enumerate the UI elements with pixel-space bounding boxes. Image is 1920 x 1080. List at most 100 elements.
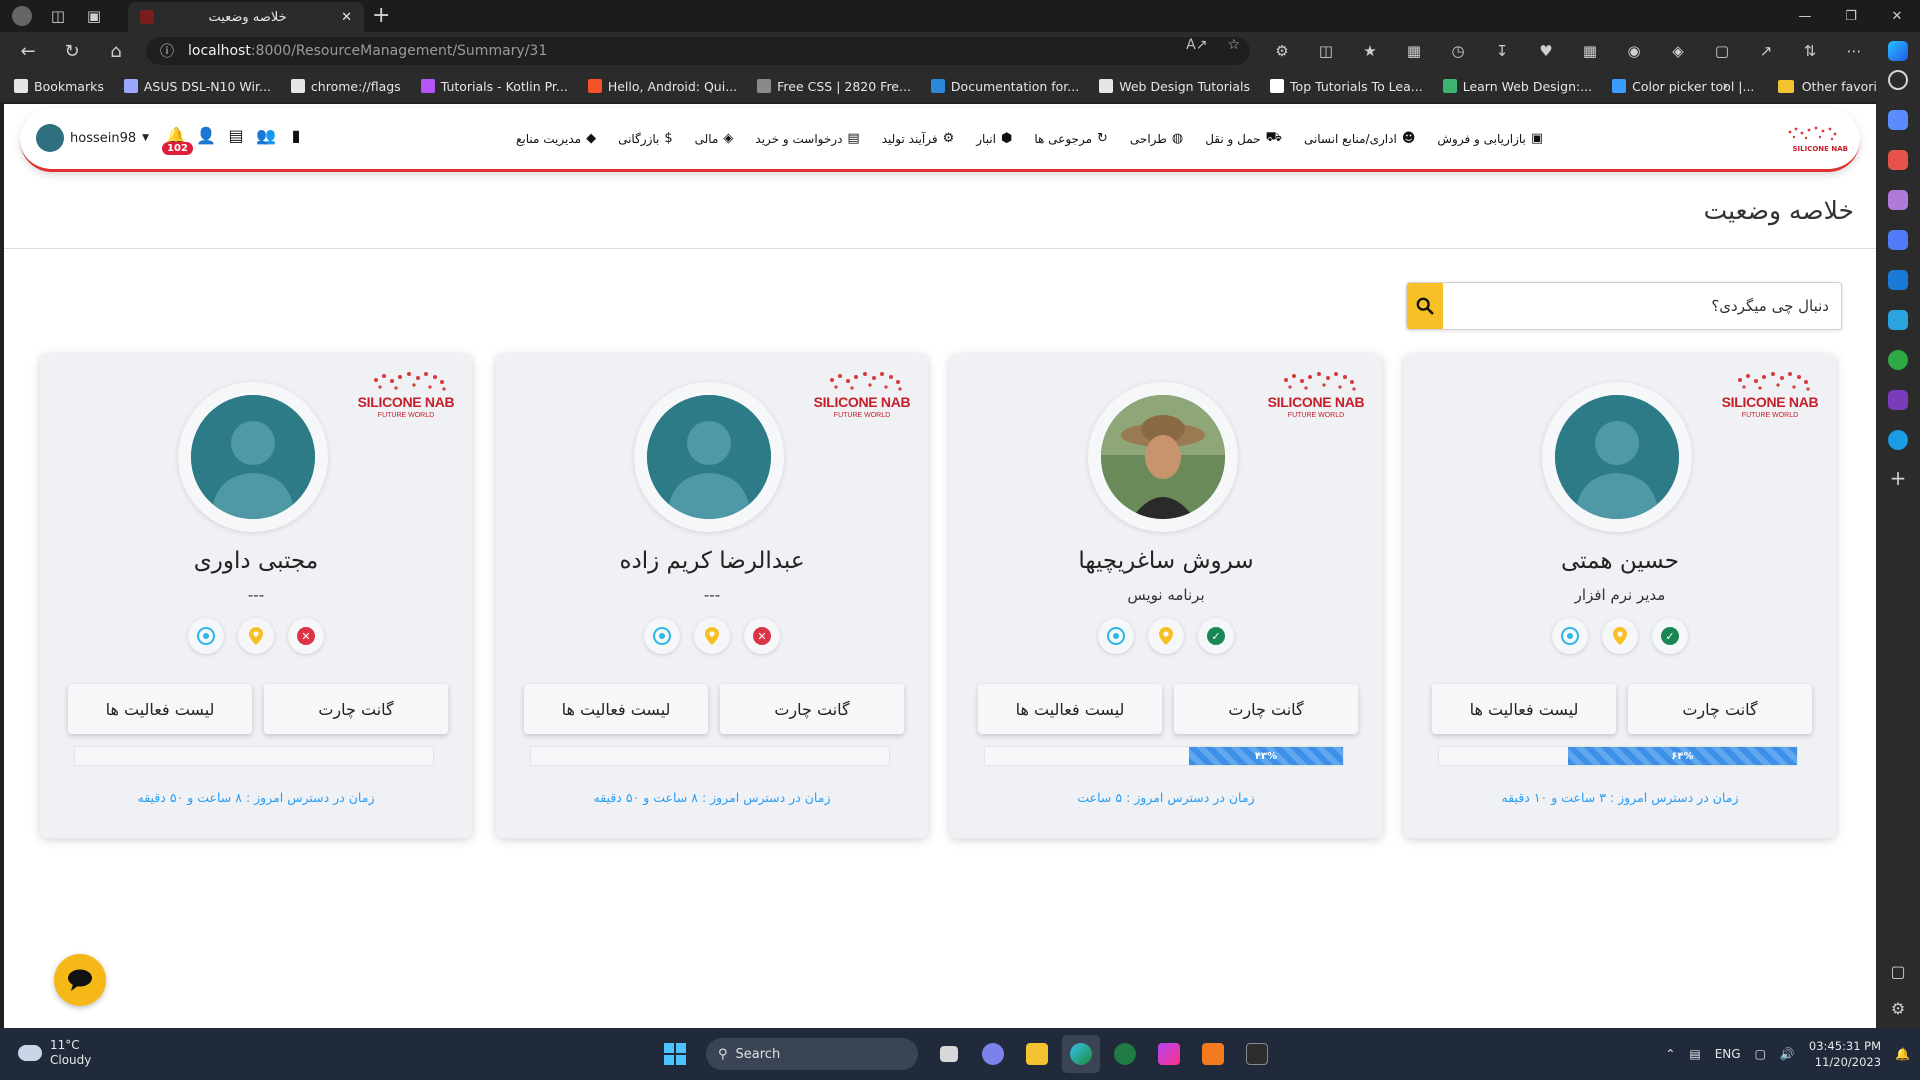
- profile-icon[interactable]: [4, 0, 40, 32]
- location-button[interactable]: [1602, 618, 1638, 654]
- new-tab-icon[interactable]: +: [372, 4, 390, 28]
- gantt-chart-button[interactable]: گانت چارت: [1628, 684, 1812, 734]
- nav-menu-item[interactable]: ⬢ انبار: [976, 130, 1012, 147]
- user-menu[interactable]: hossein98 ▼: [36, 124, 149, 152]
- read-aloud-icon[interactable]: A↗: [1186, 37, 1207, 53]
- tray-chevron-icon[interactable]: ⌃: [1665, 1047, 1675, 1061]
- display-icon[interactable]: ▢: [1755, 1047, 1766, 1061]
- share-icon[interactable]: ↗: [1744, 32, 1788, 70]
- restore-icon[interactable]: ❐: [1828, 0, 1874, 32]
- home-icon[interactable]: ⌂: [94, 32, 138, 70]
- bookmark-item[interactable]: Bookmarks: [14, 79, 104, 94]
- xampp-icon[interactable]: [1194, 1035, 1232, 1073]
- history-icon[interactable]: ◷: [1436, 32, 1480, 70]
- close-tab-icon[interactable]: ✕: [341, 10, 352, 25]
- bookmark-item[interactable]: Tutorials - Kotlin Pr...: [420, 79, 568, 94]
- performance-icon[interactable]: ♥: [1524, 32, 1568, 70]
- close-window-icon[interactable]: ✕: [1874, 0, 1920, 32]
- reload-icon[interactable]: ↻: [50, 32, 94, 70]
- downloads-icon[interactable]: ↧: [1480, 32, 1524, 70]
- site-info-icon[interactable]: ⓘ: [160, 41, 174, 61]
- start-button[interactable]: [656, 1035, 694, 1073]
- favorite-star-icon[interactable]: ☆: [1227, 37, 1240, 53]
- favorites-icon[interactable]: ★: [1348, 32, 1392, 70]
- search-sidebar-icon[interactable]: [1888, 70, 1908, 90]
- activity-list-button[interactable]: لیست فعالیت ها: [524, 684, 708, 734]
- network-icon[interactable]: ▤: [1689, 1047, 1700, 1061]
- bookmark-item[interactable]: Documentation for...: [930, 79, 1079, 94]
- tree-sidebar-icon[interactable]: [1888, 350, 1908, 370]
- language-indicator[interactable]: ENG: [1715, 1047, 1741, 1061]
- split-screen-icon[interactable]: ◫: [1304, 32, 1348, 70]
- chrome-dev-icon[interactable]: [1106, 1035, 1144, 1073]
- minimize-icon[interactable]: —: [1782, 0, 1828, 32]
- chat-button[interactable]: [54, 954, 106, 1006]
- bookmarks-overflow-icon[interactable]: ›: [1722, 76, 1728, 95]
- profile-button[interactable]: [1098, 618, 1134, 654]
- nav-menu-item[interactable]: $ بازرگانی: [618, 130, 673, 147]
- location-button[interactable]: [1148, 618, 1184, 654]
- gantt-chart-button[interactable]: گانت چارت: [720, 684, 904, 734]
- tab-actions-icon[interactable]: ▣: [76, 0, 112, 32]
- tools-sidebar-icon[interactable]: [1888, 150, 1908, 170]
- sync-icon[interactable]: ⇅: [1788, 32, 1832, 70]
- bell-icon[interactable]: 🔔 102: [162, 124, 193, 155]
- more-menu-icon[interactable]: ⋯: [1832, 32, 1876, 70]
- nav-menu-item[interactable]: ⛟ حمل و نقل: [1205, 130, 1282, 147]
- tag-sidebar-icon[interactable]: [1888, 110, 1908, 130]
- browser-essentials-icon[interactable]: ◈: [1656, 32, 1700, 70]
- bookmark-item[interactable]: Free CSS | 2820 Fre...: [757, 79, 911, 94]
- activity-list-button[interactable]: لیست فعالیت ها: [978, 684, 1162, 734]
- teams-icon[interactable]: [974, 1035, 1012, 1073]
- copilot-icon[interactable]: [1876, 32, 1920, 70]
- edge-icon[interactable]: [1062, 1035, 1100, 1073]
- extensions-icon[interactable]: ⚙: [1260, 32, 1304, 70]
- nav-menu-item[interactable]: ◍ طراحی: [1130, 130, 1183, 147]
- workspaces-icon[interactable]: ◫: [40, 0, 76, 32]
- bookmark-item[interactable]: Web Design Tutorials: [1099, 79, 1250, 94]
- status-button[interactable]: ✕: [744, 618, 780, 654]
- outlook-sidebar-icon[interactable]: [1888, 270, 1908, 290]
- clock[interactable]: 03:45:31 PM 11/20/2023: [1809, 1038, 1881, 1070]
- browser-tab-active[interactable]: خلاصه وضعیت ✕: [128, 2, 364, 32]
- bookmark-item[interactable]: Top Tutorials To Lea...: [1270, 79, 1423, 94]
- status-button[interactable]: ✓: [1652, 618, 1688, 654]
- bookmark-item[interactable]: Hello, Android: Qui...: [587, 79, 737, 94]
- bookmark-item[interactable]: ASUS DSL-N10 Wir...: [123, 79, 271, 94]
- activity-list-button[interactable]: لیست فعالیت ها: [1432, 684, 1616, 734]
- nav-menu-item[interactable]: ☻ اداری/منابع انسانی: [1304, 130, 1415, 147]
- back-icon[interactable]: ←: [6, 32, 50, 70]
- search-input[interactable]: [1443, 283, 1841, 329]
- nav-menu-item[interactable]: ◈ مالی: [695, 130, 734, 147]
- sidebar-settings-icon[interactable]: ⚙: [1891, 999, 1905, 1018]
- sidebar-panel-icon[interactable]: ▢: [1890, 962, 1905, 981]
- phpstorm-icon[interactable]: [1150, 1035, 1188, 1073]
- nav-menu-item[interactable]: ↻ مرجوعی ها: [1034, 130, 1108, 147]
- weather-widget[interactable]: 11°C Cloudy: [18, 1038, 91, 1068]
- nav-menu-item[interactable]: ⚙ فرآیند تولید: [882, 130, 955, 147]
- profile-button[interactable]: [188, 618, 224, 654]
- edge-bar-icon[interactable]: ◉: [1612, 32, 1656, 70]
- location-button[interactable]: [238, 618, 274, 654]
- file-explorer-icon[interactable]: [1018, 1035, 1056, 1073]
- volume-icon[interactable]: 🔊: [1780, 1047, 1795, 1061]
- add-sidebar-icon[interactable]: +: [1890, 466, 1907, 490]
- copilot-sidebar-icon[interactable]: [1888, 230, 1908, 250]
- address-bar[interactable]: ⓘ localhost:8000/ResourceManagement/Summ…: [146, 37, 1250, 65]
- users-list-icon[interactable]: 👥: [256, 124, 276, 146]
- signal-chart-icon[interactable]: ▮: [286, 124, 306, 146]
- apps-icon[interactable]: ▦: [1568, 32, 1612, 70]
- activity-list-button[interactable]: لیست فعالیت ها: [68, 684, 252, 734]
- nav-menu-item[interactable]: ◆ مدیریت منابع: [516, 130, 596, 147]
- nav-menu-item[interactable]: ▣ بازاریابی و فروش: [1437, 130, 1543, 147]
- profile-button[interactable]: [1552, 618, 1588, 654]
- profile-button[interactable]: [644, 618, 680, 654]
- taskbar-search[interactable]: ⚲ Search: [706, 1038, 918, 1070]
- onenote-sidebar-icon[interactable]: [1888, 390, 1908, 410]
- telegram-sidebar-icon[interactable]: [1888, 310, 1908, 330]
- notification-center-icon[interactable]: 🔔: [1895, 1047, 1910, 1061]
- bookmark-item[interactable]: Color picker tool |...: [1612, 79, 1754, 94]
- terminal-icon[interactable]: [1238, 1035, 1276, 1073]
- status-button[interactable]: ✕: [288, 618, 324, 654]
- games-sidebar-icon[interactable]: [1888, 190, 1908, 210]
